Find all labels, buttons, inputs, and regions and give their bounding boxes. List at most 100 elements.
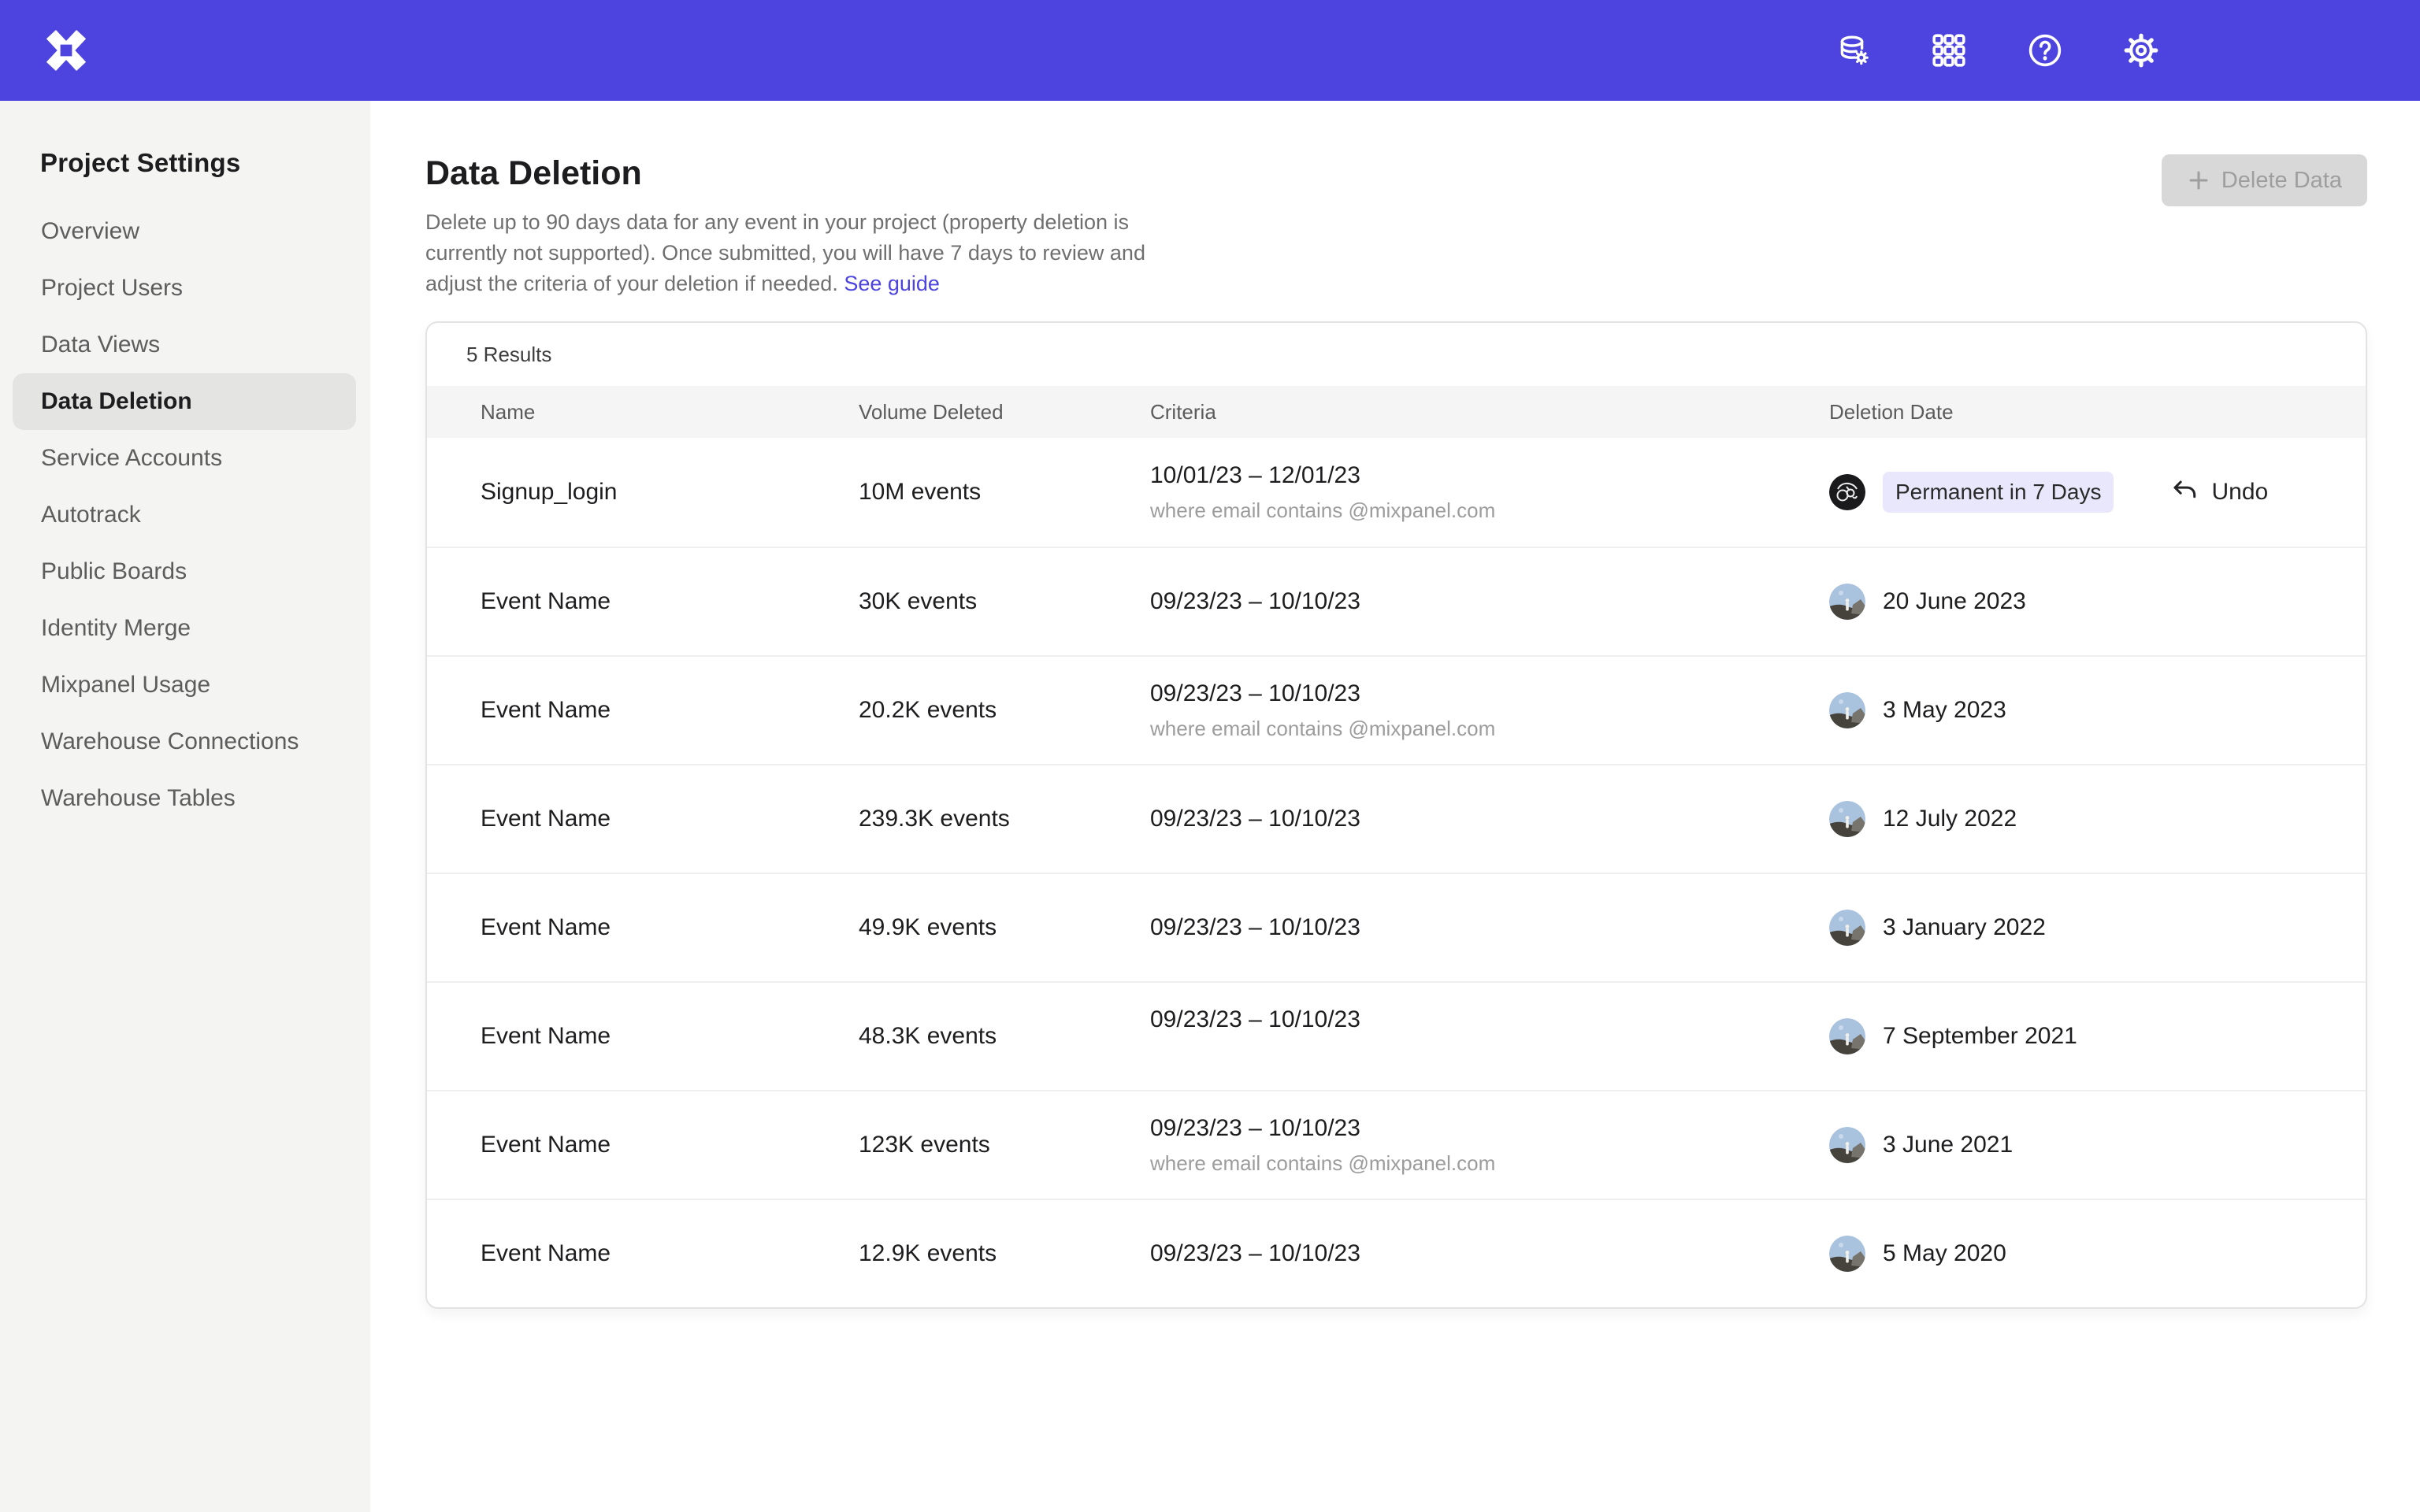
- row-volume: 48.3K events: [859, 1023, 1150, 1050]
- delete-data-button-label: Delete Data: [2221, 168, 2342, 194]
- row-volume: 10M events: [859, 479, 1150, 506]
- row-deletion-date-cell: Permanent in 7 Days Undo: [1829, 472, 2366, 513]
- data-management-icon[interactable]: [1834, 32, 1872, 69]
- row-criteria-range: 09/23/23 – 10/10/23: [1150, 1240, 1360, 1266]
- table-row: Event Name 239.3K events 09/23/23 – 10/1…: [427, 764, 2366, 873]
- row-deletion-date-cell: 20 June 2023: [1829, 584, 2366, 620]
- sidebar-item-label: Warehouse Connections: [41, 728, 299, 755]
- column-header-volume-deleted: Volume Deleted: [859, 400, 1150, 424]
- settings-gear-icon[interactable]: [2122, 32, 2160, 69]
- sidebar-item-data-deletion[interactable]: Data Deletion: [13, 373, 356, 430]
- row-criteria-note: [1150, 1043, 1829, 1066]
- row-criteria-range: 09/23/23 – 10/10/23: [1150, 914, 1360, 940]
- user-avatar: [1829, 692, 1865, 728]
- landscape-avatar-image: [1829, 1127, 1865, 1163]
- row-volume: 12.9K events: [859, 1240, 1150, 1267]
- table-row: Signup_login 10M events 10/01/23 – 12/01…: [427, 438, 2366, 547]
- row-criteria-range: 09/23/23 – 10/10/23: [1150, 806, 1360, 832]
- sidebar-item-label: Service Accounts: [41, 445, 222, 472]
- user-avatar: [1829, 1236, 1865, 1272]
- row-criteria: 09/23/23 – 10/10/23 where email contains…: [1150, 1115, 1829, 1176]
- row-deletion-date-cell: 5 May 2020: [1829, 1236, 2366, 1272]
- sidebar-item-label: Public Boards: [41, 558, 187, 585]
- sidebar-item-overview[interactable]: Overview: [13, 203, 356, 260]
- sidebar-item-warehouse-connections[interactable]: Warehouse Connections: [13, 713, 356, 770]
- see-guide-link[interactable]: See guide: [844, 272, 940, 295]
- apps-grid-icon[interactable]: [1930, 32, 1968, 69]
- row-name: Event Name: [481, 588, 859, 615]
- row-deletion-date-cell: 12 July 2022: [1829, 801, 2366, 837]
- table-row: Event Name 12.9K events 09/23/23 – 10/10…: [427, 1199, 2366, 1307]
- topbar-icon-group: [1834, 32, 2420, 69]
- deletions-card: 5 Results Name Volume Deleted Criteria D…: [425, 321, 2367, 1309]
- user-avatar: [1829, 1018, 1865, 1054]
- column-header-name: Name: [481, 400, 859, 424]
- sidebar-item-identity-merge[interactable]: Identity Merge: [13, 600, 356, 657]
- row-criteria-range: 09/23/23 – 10/10/23: [1150, 588, 1360, 614]
- row-criteria-note: where email contains @mixpanel.com: [1150, 1151, 1829, 1176]
- project-settings-sidebar: Project Settings Overview Project Users …: [0, 101, 370, 1512]
- row-criteria: 10/01/23 – 12/01/23 where email contains…: [1150, 462, 1829, 523]
- row-criteria: 09/23/23 – 10/10/23: [1150, 1240, 1829, 1267]
- sidebar-nav: Overview Project Users Data Views Data D…: [0, 203, 370, 827]
- mixpanel-logo-icon[interactable]: [44, 28, 88, 72]
- row-name: Signup_login: [481, 479, 859, 506]
- sidebar-item-label: Data Deletion: [41, 388, 192, 415]
- sidebar-item-warehouse-tables[interactable]: Warehouse Tables: [13, 770, 356, 827]
- page-description: Delete up to 90 days data for any event …: [425, 207, 1166, 299]
- deletion-date: 3 January 2022: [1883, 914, 2046, 941]
- user-avatar: [1829, 801, 1865, 837]
- row-criteria: 09/23/23 – 10/10/23 where email contains…: [1150, 680, 1829, 741]
- row-volume: 123K events: [859, 1132, 1150, 1158]
- results-count: 5 Results: [427, 323, 2366, 386]
- sidebar-heading: Project Settings: [40, 148, 370, 178]
- sidebar-item-public-boards[interactable]: Public Boards: [13, 543, 356, 600]
- row-criteria: 09/23/23 – 10/10/23: [1150, 806, 1829, 832]
- row-criteria-note: where email contains @mixpanel.com: [1150, 717, 1829, 741]
- deletion-date: 3 May 2023: [1883, 697, 2006, 724]
- deletion-date: 3 June 2021: [1883, 1132, 2013, 1158]
- sidebar-item-autotrack[interactable]: Autotrack: [13, 487, 356, 543]
- row-criteria: 09/23/23 – 10/10/23: [1150, 914, 1829, 941]
- sidebar-item-project-users[interactable]: Project Users: [13, 260, 356, 317]
- row-criteria-range: 09/23/23 – 10/10/23: [1150, 1006, 1360, 1032]
- user-avatar: [1829, 910, 1865, 946]
- row-criteria: 09/23/23 – 10/10/23: [1150, 588, 1829, 615]
- undo-label: Undo: [2211, 479, 2268, 506]
- row-deletion-date-cell: 3 May 2023: [1829, 692, 2366, 728]
- table-body: Signup_login 10M events 10/01/23 – 12/01…: [427, 438, 2366, 1307]
- row-name: Event Name: [481, 697, 859, 724]
- deletion-date: 20 June 2023: [1883, 588, 2026, 615]
- undo-icon: [2170, 477, 2200, 507]
- topbar: [0, 0, 2420, 101]
- user-avatar: [1829, 584, 1865, 620]
- landscape-avatar-image: [1829, 910, 1865, 946]
- landscape-avatar-image: [1829, 801, 1865, 837]
- user-avatar: [1829, 1127, 1865, 1163]
- landscape-avatar-image: [1829, 1236, 1865, 1272]
- row-criteria-range: 09/23/23 – 10/10/23: [1150, 680, 1360, 706]
- help-icon[interactable]: [2026, 32, 2064, 69]
- sidebar-item-mixpanel-usage[interactable]: Mixpanel Usage: [13, 657, 356, 713]
- row-volume: 49.9K events: [859, 914, 1150, 941]
- deletion-date: 7 September 2021: [1883, 1023, 2077, 1050]
- row-name: Event Name: [481, 914, 859, 941]
- deletion-date: 5 May 2020: [1883, 1240, 2006, 1267]
- table-row: Event Name 30K events 09/23/23 – 10/10/2…: [427, 547, 2366, 655]
- undo-button[interactable]: Undo: [2170, 477, 2268, 507]
- plus-icon: [2187, 169, 2210, 192]
- user-avatar: [1829, 474, 1865, 510]
- delete-data-button[interactable]: Delete Data: [2162, 154, 2367, 206]
- table-row: Event Name 20.2K events 09/23/23 – 10/10…: [427, 655, 2366, 764]
- row-criteria-range: 10/01/23 – 12/01/23: [1150, 462, 1360, 488]
- sidebar-item-data-views[interactable]: Data Views: [13, 317, 356, 373]
- landscape-avatar-image: [1829, 584, 1865, 620]
- column-header-deletion-date: Deletion Date: [1829, 400, 2366, 424]
- sidebar-item-service-accounts[interactable]: Service Accounts: [13, 430, 356, 487]
- table-row: Event Name 123K events 09/23/23 – 10/10/…: [427, 1090, 2366, 1199]
- row-deletion-date-cell: 7 September 2021: [1829, 1018, 2366, 1054]
- row-criteria: 09/23/23 – 10/10/23: [1150, 1006, 1829, 1066]
- row-deletion-date-cell: 3 June 2021: [1829, 1127, 2366, 1163]
- row-volume: 30K events: [859, 588, 1150, 615]
- sidebar-item-label: Warehouse Tables: [41, 785, 236, 812]
